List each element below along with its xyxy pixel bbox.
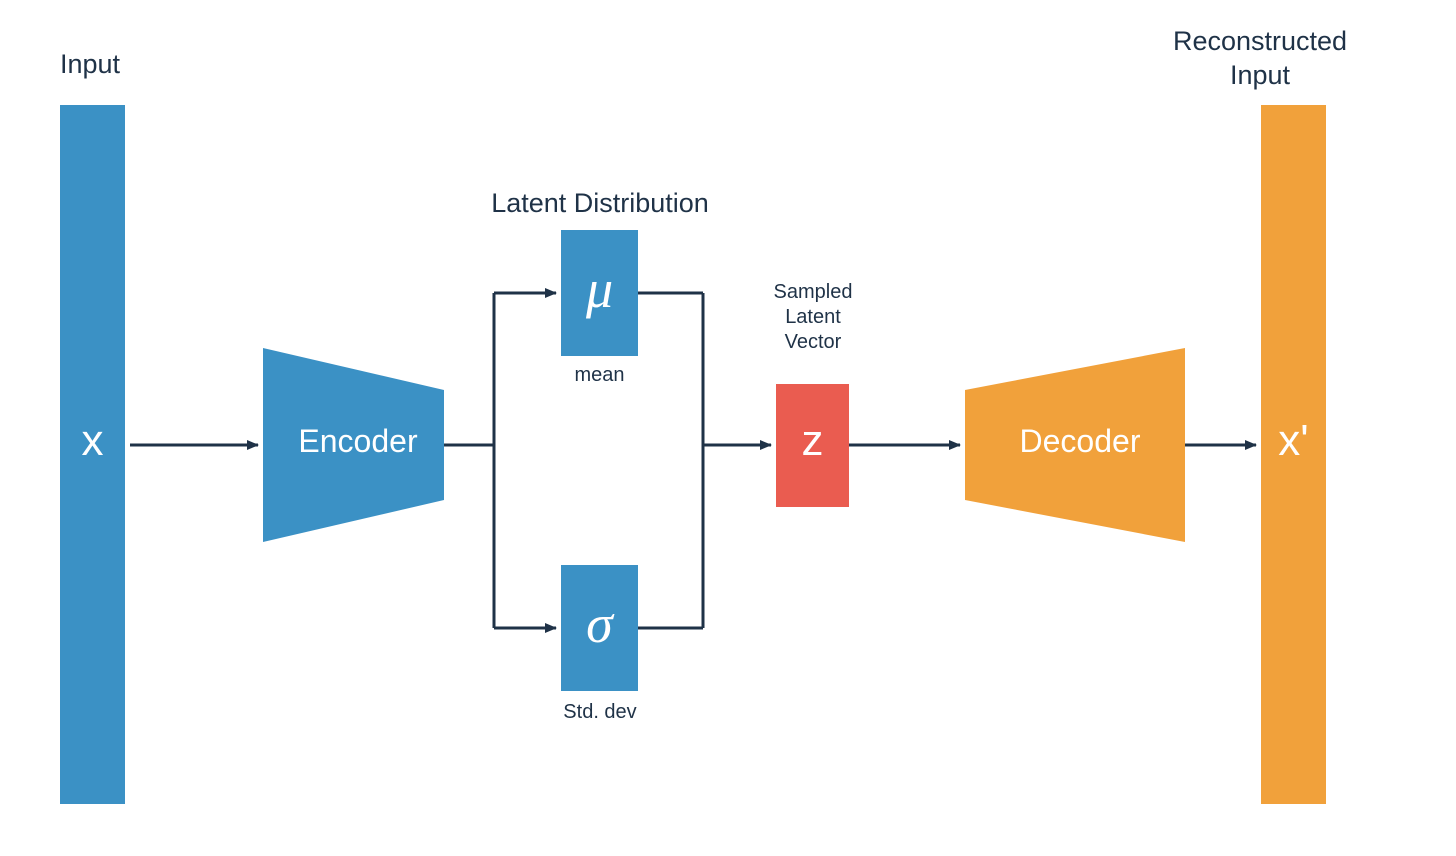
reconstructed-input-title: Reconstructed Input xyxy=(1105,25,1415,93)
output-xprime-label: x' xyxy=(1261,416,1326,466)
encoder-label: Encoder xyxy=(263,423,453,460)
mean-label: mean xyxy=(561,363,638,388)
sigma-symbol: σ xyxy=(561,593,638,655)
mu-symbol: μ xyxy=(561,258,638,320)
latent-distribution-title: Latent Distribution xyxy=(455,187,745,221)
sampled-latent-vector-label: Sampled Latent Vector xyxy=(758,280,868,355)
input-x-label: x xyxy=(60,416,125,466)
z-symbol: z xyxy=(776,416,849,466)
stddev-label: Std. dev xyxy=(545,700,655,725)
input-title: Input xyxy=(40,48,140,82)
diagram-svg xyxy=(0,0,1456,856)
decoder-label: Decoder xyxy=(975,423,1185,460)
